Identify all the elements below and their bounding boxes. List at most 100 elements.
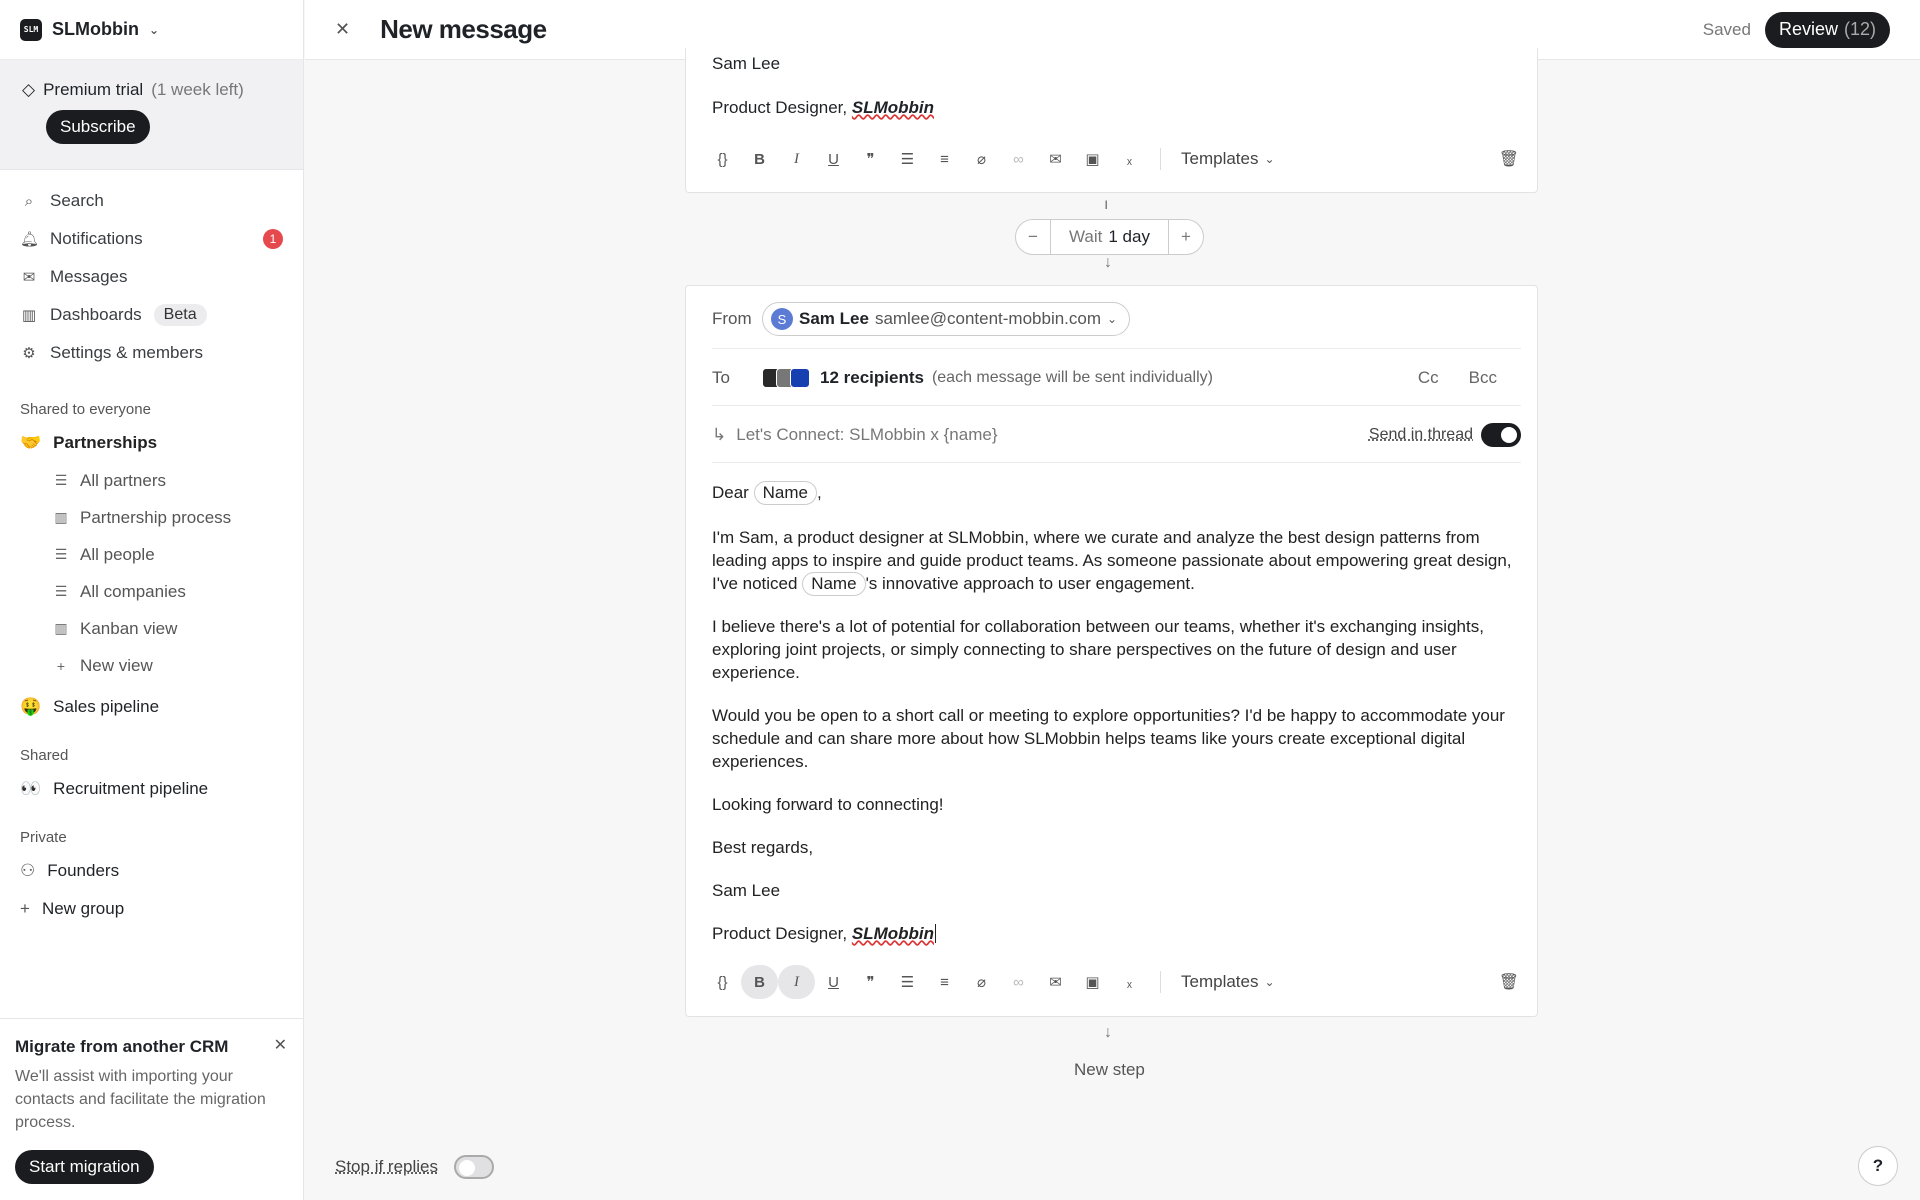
- gear-icon: ⚙: [22, 345, 36, 362]
- email-embed-icon[interactable]: ✉: [1037, 965, 1074, 999]
- paragraph-text: 's innovative approach to user engagemen…: [865, 574, 1195, 593]
- clear-format-icon[interactable]: ₓ: [1111, 965, 1148, 999]
- attachment-icon[interactable]: ⌀: [963, 142, 1000, 176]
- help-button[interactable]: ?: [1858, 1146, 1898, 1186]
- nav-messages[interactable]: ✉ Messages: [0, 258, 303, 296]
- bcc-button[interactable]: Bcc: [1469, 368, 1497, 388]
- attachment-icon[interactable]: ⌀: [963, 965, 1000, 999]
- view-partnership-process[interactable]: ▥ Partnership process: [0, 499, 303, 536]
- email-greeting[interactable]: Dear Name,: [712, 481, 1512, 505]
- link-icon[interactable]: ∞: [1000, 142, 1037, 176]
- italic-icon[interactable]: I: [778, 965, 815, 999]
- trash-icon[interactable]: 🗑︎: [1499, 972, 1519, 992]
- to-label: To: [712, 368, 730, 387]
- recipient-avatar: [790, 368, 810, 388]
- numbered-list-icon[interactable]: ≡: [926, 965, 963, 999]
- cc-button[interactable]: Cc: [1418, 368, 1439, 388]
- nav-settings[interactable]: ⚙ Settings & members: [0, 334, 303, 372]
- notification-count-badge: 1: [263, 229, 283, 249]
- kanban-icon: ▥: [54, 509, 68, 525]
- group-sales-label: Sales pipeline: [53, 697, 160, 716]
- signature-brand: SLMobbin: [851, 924, 935, 943]
- quote-icon[interactable]: ❞: [852, 965, 889, 999]
- image-icon[interactable]: ▣: [1074, 965, 1111, 999]
- email-embed-icon[interactable]: ✉: [1037, 142, 1074, 176]
- view-all-people[interactable]: ☰ All people: [0, 536, 303, 573]
- underline-icon[interactable]: U: [815, 965, 852, 999]
- trash-icon[interactable]: 🗑︎: [1499, 149, 1519, 169]
- variable-icon[interactable]: {}: [704, 142, 741, 176]
- numbered-list-icon[interactable]: ≡: [926, 142, 963, 176]
- group-recruitment-label: Recruitment pipeline: [53, 779, 209, 798]
- nav-settings-label: Settings & members: [50, 343, 204, 362]
- signature-title-line: Product Designer, SLMobbin: [712, 98, 934, 118]
- group-sales-pipeline[interactable]: 🤑 Sales pipeline: [0, 688, 303, 726]
- name-variable-chip[interactable]: Name: [802, 572, 866, 596]
- bold-icon[interactable]: B: [741, 142, 778, 176]
- nav-search[interactable]: ⌕ Search: [0, 182, 303, 220]
- subscribe-button[interactable]: Subscribe: [46, 110, 150, 144]
- arrow-down-icon: ↓: [1104, 254, 1112, 271]
- group-founders[interactable]: ⚇ Founders: [0, 852, 303, 890]
- toolbar-divider: [1160, 148, 1161, 170]
- cc-bcc: Cc Bcc: [1418, 368, 1521, 388]
- bullet-list-icon[interactable]: ☰: [889, 965, 926, 999]
- nav-dashboards[interactable]: ▥ Dashboards Beta: [0, 296, 303, 334]
- workspace-logo: SLM: [20, 18, 42, 41]
- start-migration-button[interactable]: Start migration: [15, 1150, 154, 1184]
- email-paragraph-4[interactable]: Looking forward to connecting!: [712, 793, 1512, 816]
- view-all-partners[interactable]: ☰ All partners: [0, 462, 303, 499]
- bar-chart-icon: ▥: [21, 307, 37, 324]
- stop-if-replies-toggle[interactable]: [454, 1155, 494, 1179]
- email-signature-title[interactable]: Product Designer, SLMobbin: [712, 922, 1512, 945]
- view-kanban[interactable]: ▥ Kanban view: [0, 610, 303, 647]
- email-paragraph-3[interactable]: Would you be open to a short call or mee…: [712, 704, 1512, 773]
- variable-icon[interactable]: {}: [704, 965, 741, 999]
- image-icon[interactable]: ▣: [1074, 142, 1111, 176]
- format-toolbar: {} B I U ❞ ☰ ≡ ⌀ ∞ ✉ ▣ ₓ Templates ⌄ 🗑︎: [704, 141, 1519, 177]
- minus-icon[interactable]: −: [1016, 220, 1050, 254]
- email-signature-name[interactable]: Sam Lee: [712, 879, 1512, 902]
- recipients-selector[interactable]: 12 recipients (each message will be sent…: [762, 368, 1213, 388]
- review-label: Review: [1778, 19, 1838, 39]
- from-label: From: [712, 309, 752, 328]
- diamond-icon: ◇: [22, 80, 36, 99]
- link-icon[interactable]: ∞: [1000, 965, 1037, 999]
- table-icon: ☰: [54, 472, 68, 488]
- nav-notifications[interactable]: 🔔︎ Notifications 1: [0, 220, 303, 258]
- email-paragraph-1[interactable]: I'm Sam, a product designer at SLMobbin,…: [712, 526, 1512, 596]
- stop-if-replies: Stop if replies: [335, 1155, 494, 1179]
- new-step-button[interactable]: New step: [1074, 1060, 1145, 1080]
- name-variable-chip[interactable]: Name: [753, 481, 817, 505]
- bold-icon[interactable]: B: [741, 965, 778, 999]
- nav-notifications-label: Notifications: [50, 229, 143, 248]
- money-face-icon: 🤑: [20, 697, 42, 716]
- subject-field[interactable]: ↳ Let's Connect: SLMobbin x {name}: [712, 425, 998, 445]
- review-button[interactable]: Review (12): [1764, 11, 1890, 48]
- view-all-companies[interactable]: ☰ All companies: [0, 573, 303, 610]
- handshake-icon: 🤝: [20, 433, 42, 452]
- email-paragraph-2[interactable]: I believe there's a lot of potential for…: [712, 615, 1512, 684]
- italic-icon[interactable]: I: [778, 142, 815, 176]
- recipients-note: (each message will be sent individually): [931, 369, 1213, 386]
- from-selector[interactable]: S Sam Lee samlee@content-mobbin.com ⌄: [762, 302, 1131, 336]
- wait-value[interactable]: Wait 1 day: [1050, 220, 1169, 254]
- templates-dropdown[interactable]: Templates ⌄: [1173, 972, 1283, 992]
- new-view-button[interactable]: + New view: [0, 647, 303, 684]
- close-icon[interactable]: ✕: [335, 19, 350, 40]
- quote-icon[interactable]: ❞: [852, 142, 889, 176]
- clear-format-icon[interactable]: ₓ: [1111, 142, 1148, 176]
- close-icon[interactable]: ✕: [274, 1035, 287, 1055]
- new-group-button[interactable]: + New group: [0, 890, 303, 928]
- send-in-thread-toggle[interactable]: [1481, 423, 1521, 447]
- email-paragraph-5[interactable]: Best regards,: [712, 836, 1512, 859]
- plus-icon[interactable]: +: [1169, 220, 1203, 254]
- trial-remaining: (1 week left): [151, 80, 244, 99]
- underline-icon[interactable]: U: [815, 142, 852, 176]
- workspace-switcher[interactable]: SLM SLMobbin ⌄: [0, 0, 303, 60]
- group-recruitment-pipeline[interactable]: 👀 Recruitment pipeline: [0, 770, 303, 808]
- sidebar: SLM SLMobbin ⌄ ◇ Premium trial (1 week l…: [0, 0, 304, 1200]
- bullet-list-icon[interactable]: ☰: [889, 142, 926, 176]
- templates-dropdown[interactable]: Templates ⌄: [1173, 149, 1283, 169]
- group-partnerships[interactable]: 🤝 Partnerships: [0, 424, 303, 462]
